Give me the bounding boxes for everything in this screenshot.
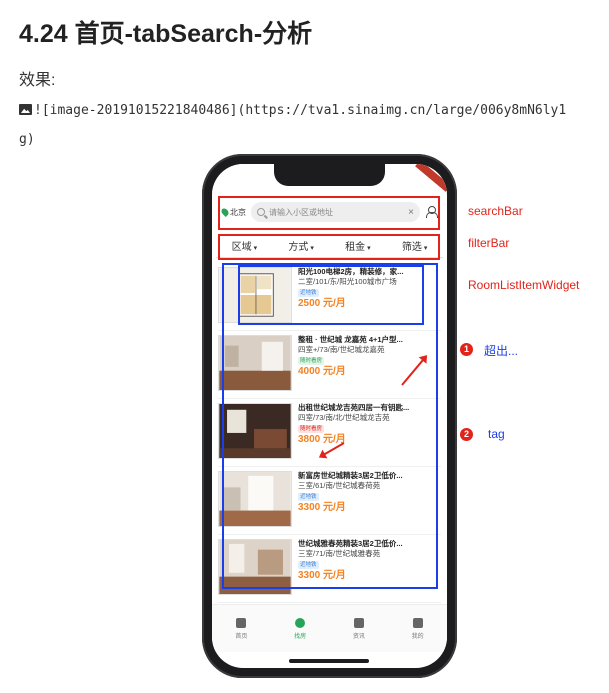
- home-icon: [236, 617, 247, 628]
- home-indicator: [289, 659, 369, 663]
- screenshot-figure: 北京 请输入小区或地址 × 区域 方式 租金 筛选 阳光: [196, 150, 609, 680]
- search-bar-annotation: searchBar: [468, 204, 523, 218]
- tab-label: 我的: [411, 633, 424, 640]
- overflow-annotation: 超出...: [484, 344, 519, 358]
- phone-notch: [274, 164, 385, 186]
- tab-info[interactable]: 资讯: [352, 617, 365, 640]
- profile-icon: [412, 617, 423, 628]
- room-item-highlight: [238, 265, 424, 325]
- annotation-number-2: 2: [460, 428, 473, 441]
- tab-label: 找房: [294, 633, 307, 640]
- image-icon: [19, 104, 32, 115]
- tab-label: 资讯: [352, 633, 365, 640]
- search-bar-highlight: [218, 196, 440, 230]
- filter-bar-annotation: filterBar: [468, 236, 510, 250]
- annotation-number-1: 1: [460, 343, 473, 356]
- markdown-source-tail: g): [19, 132, 35, 147]
- filter-bar-highlight: [218, 234, 440, 260]
- tab-home[interactable]: 首页: [235, 617, 248, 640]
- info-icon: [353, 617, 364, 628]
- bottom-tab-bar: 首页 找房 资讯 我的: [212, 604, 447, 652]
- effect-label: 效果:: [19, 72, 56, 89]
- room-item-annotation: RoomListItemWidget: [468, 278, 580, 292]
- tab-mine[interactable]: 我的: [411, 617, 424, 640]
- tab-search[interactable]: 找房: [294, 617, 307, 640]
- markdown-image-source[interactable]: ![image-20191015221840486](https://tva1.…: [19, 103, 609, 118]
- tab-label: 首页: [235, 633, 248, 640]
- tag-annotation: tag: [488, 427, 505, 441]
- search-tab-icon: [295, 617, 306, 628]
- page-heading: 4.24 首页-tabSearch-分析: [19, 20, 313, 48]
- markdown-source-text: ![image-20191015221840486](https://tva1.…: [34, 103, 567, 118]
